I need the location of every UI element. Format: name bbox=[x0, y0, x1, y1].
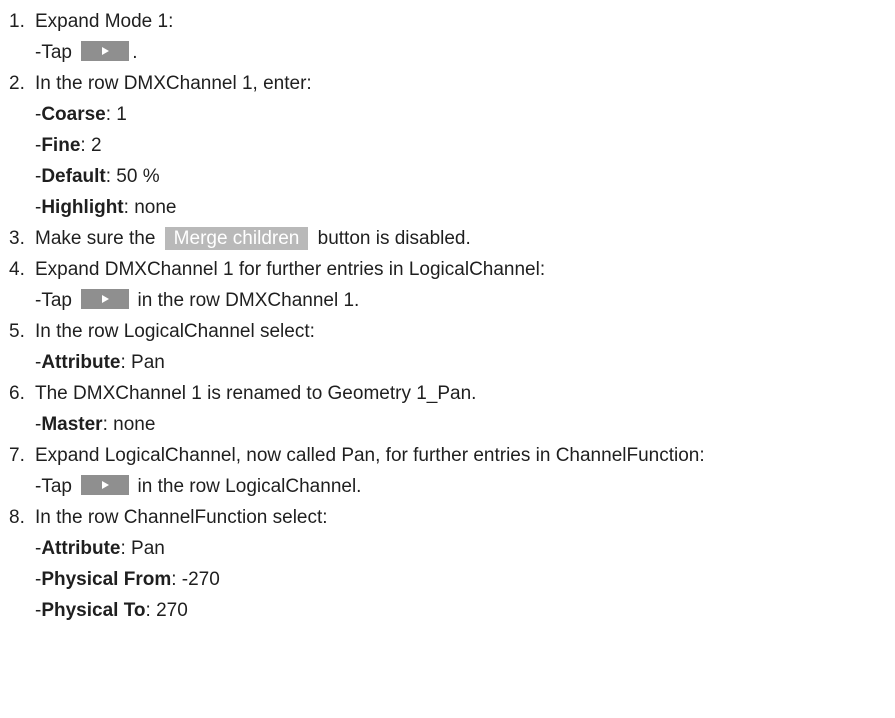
field-label: Physical To bbox=[41, 600, 146, 621]
field-label: Attribute bbox=[41, 538, 121, 559]
field-value: : Pan bbox=[120, 538, 165, 559]
expand-play-button[interactable] bbox=[81, 289, 130, 309]
substep-suffix: in the row LogicalChannel. bbox=[132, 476, 362, 497]
step-text: In the row LogicalChannel select: bbox=[35, 321, 315, 342]
field-value: : 2 bbox=[80, 135, 102, 156]
field-physical-from: -Physical From: -270 bbox=[35, 569, 220, 590]
step-text: Expand Mode 1: bbox=[35, 11, 174, 32]
play-icon bbox=[102, 481, 110, 489]
field-attribute: -Attribute: Pan bbox=[35, 538, 165, 559]
step-6: 6. The DMXChannel 1 is renamed to Geometr… bbox=[0, 378, 895, 409]
step-number: 1. bbox=[9, 11, 25, 32]
step-number: 8. bbox=[9, 507, 25, 528]
field-label: Attribute bbox=[41, 352, 121, 373]
step-7: 7. Expand LogicalChannel, now called Pan,… bbox=[0, 440, 895, 471]
step-4: 4. Expand DMXChannel 1 for further entrie… bbox=[0, 254, 895, 285]
step-number: 7. bbox=[9, 445, 25, 466]
field-label: Default bbox=[41, 166, 106, 187]
step-3: 3. Make sure the Merge children button is… bbox=[0, 223, 895, 254]
field-label: Physical From bbox=[41, 569, 172, 590]
field-physical-to: -Physical To: 270 bbox=[35, 600, 188, 621]
field-label: Fine bbox=[41, 135, 81, 156]
field-value: : 50 % bbox=[105, 166, 160, 187]
step-number: 6. bbox=[9, 383, 25, 404]
step-text: Expand DMXChannel 1 for further entries … bbox=[35, 259, 546, 280]
step-8: 8. In the row ChannelFunction select: bbox=[0, 502, 895, 533]
step-1-substep: -Tap . bbox=[0, 37, 895, 68]
field-value: : none bbox=[102, 414, 156, 435]
merge-children-button[interactable]: Merge children bbox=[164, 227, 309, 250]
tap-label: -Tap bbox=[35, 290, 78, 311]
field-fine: -Fine: 2 bbox=[35, 135, 102, 156]
step-text-post: button is disabled. bbox=[312, 228, 471, 249]
step-2: 2. In the row DMXChannel 1, enter: bbox=[0, 68, 895, 99]
field-label: Highlight bbox=[41, 197, 124, 218]
step-text: The DMXChannel 1 is renamed to Geometry … bbox=[35, 383, 477, 404]
field-coarse: -Coarse: 1 bbox=[35, 104, 127, 125]
field-master: -Master: none bbox=[35, 414, 156, 435]
step-number: 2. bbox=[9, 73, 25, 94]
field-value: : -270 bbox=[171, 569, 220, 590]
tap-label: -Tap bbox=[35, 42, 78, 63]
field-label: Master bbox=[41, 414, 103, 435]
substep-suffix: in the row DMXChannel 1. bbox=[132, 290, 360, 311]
field-value: : Pan bbox=[120, 352, 165, 373]
step-text: Expand LogicalChannel, now called Pan, f… bbox=[35, 445, 705, 466]
field-highlight: -Highlight: none bbox=[35, 197, 177, 218]
step-number: 5. bbox=[9, 321, 25, 342]
expand-play-button[interactable] bbox=[81, 475, 130, 495]
substep-suffix: . bbox=[132, 42, 138, 63]
step-4-substep: -Tap in the row DMXChannel 1. bbox=[0, 285, 895, 316]
play-icon bbox=[102, 47, 110, 55]
field-default: -Default: 50 % bbox=[35, 166, 160, 187]
field-value: : 270 bbox=[145, 600, 188, 621]
play-icon bbox=[102, 295, 110, 303]
step-number: 4. bbox=[9, 259, 25, 280]
step-text-pre: Make sure the bbox=[35, 228, 161, 249]
field-value: : none bbox=[123, 197, 177, 218]
tap-label: -Tap bbox=[35, 476, 78, 497]
step-text: In the row ChannelFunction select: bbox=[35, 507, 328, 528]
field-attribute: -Attribute: Pan bbox=[35, 352, 165, 373]
expand-play-button[interactable] bbox=[81, 41, 130, 61]
step-1: 1. Expand Mode 1: bbox=[0, 6, 895, 37]
step-text: In the row DMXChannel 1, enter: bbox=[35, 73, 312, 94]
step-number: 3. bbox=[9, 228, 25, 249]
step-7-substep: -Tap in the row LogicalChannel. bbox=[0, 471, 895, 502]
field-label: Coarse bbox=[41, 104, 106, 125]
instructions-document: 1. Expand Mode 1: -Tap . 2. In the row DMX… bbox=[0, 0, 895, 626]
field-value: : 1 bbox=[105, 104, 127, 125]
step-5: 5. In the row LogicalChannel select: bbox=[0, 316, 895, 347]
